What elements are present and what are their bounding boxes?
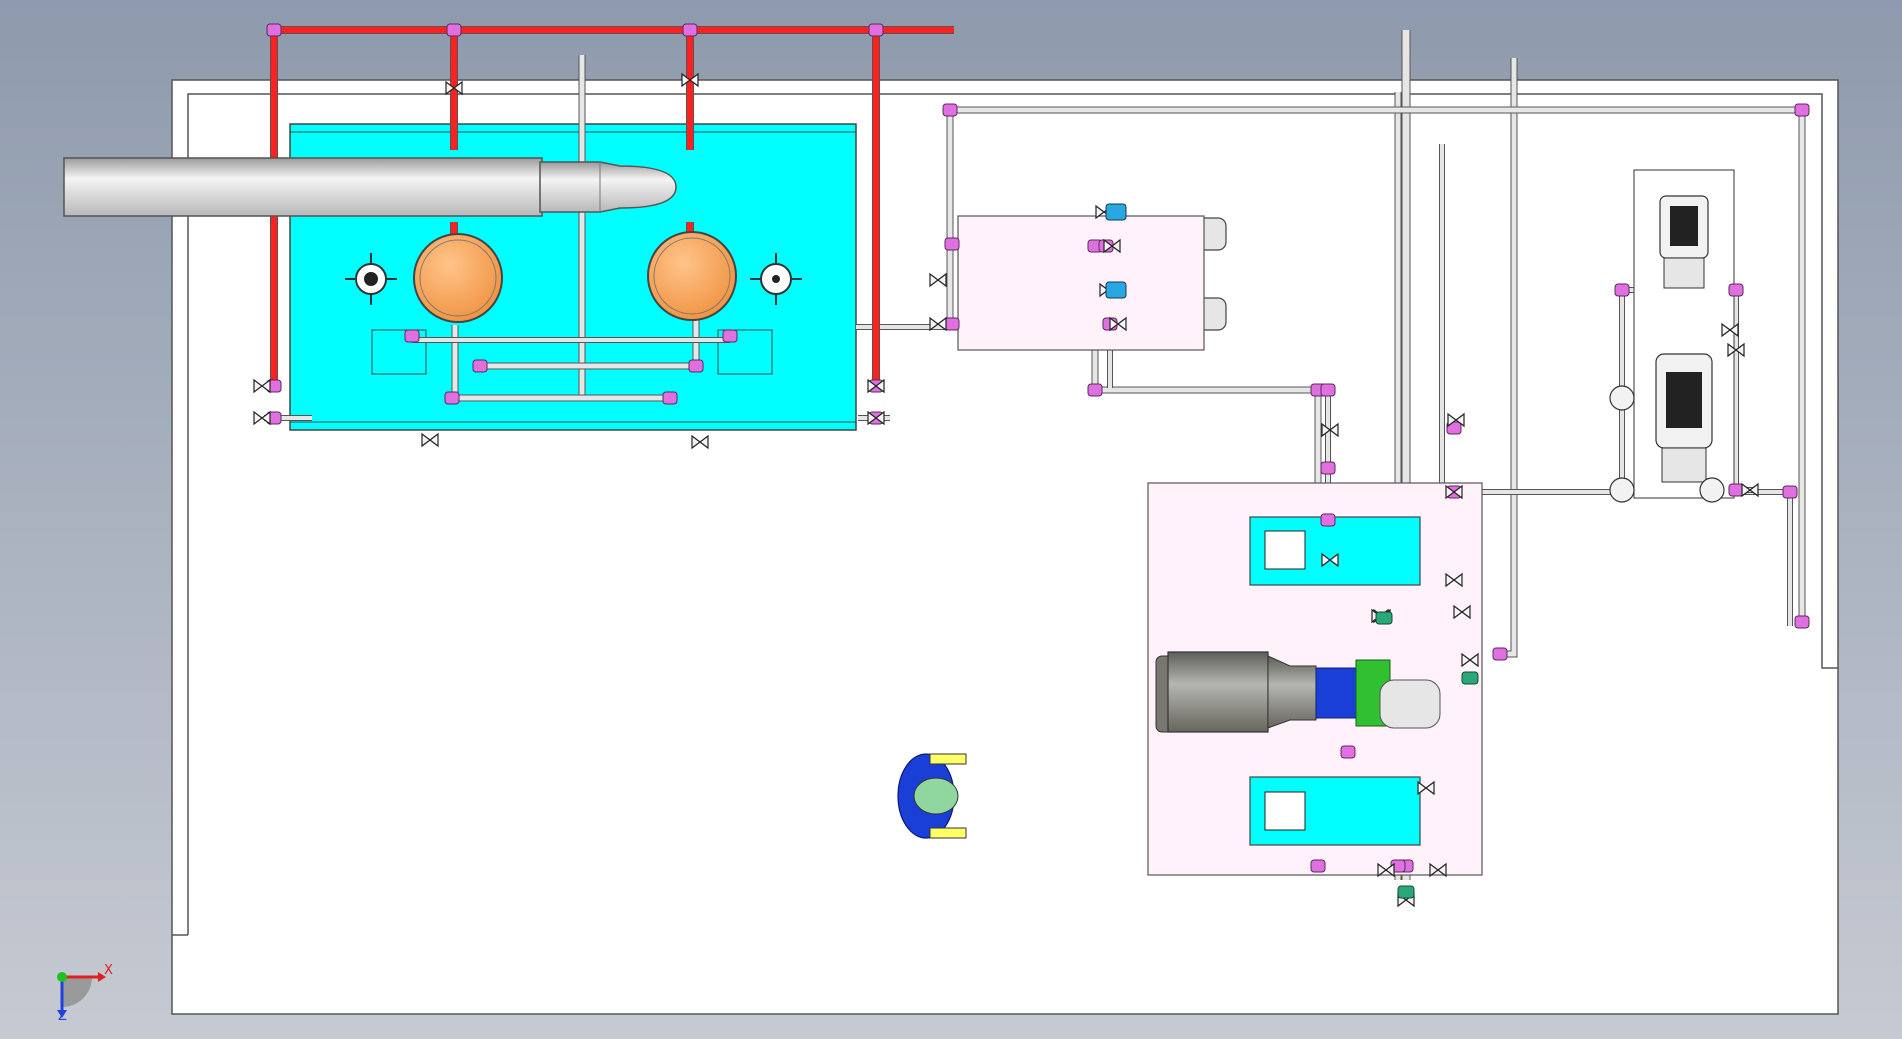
instrument-fitting[interactable] <box>1461 671 1479 685</box>
pipe-fitting[interactable] <box>472 359 488 373</box>
vertical-pump-lower[interactable] <box>1655 353 1713 483</box>
triad-y-axis <box>57 972 67 982</box>
pump-flange[interactable] <box>1699 477 1725 503</box>
pipe-fitting[interactable] <box>1794 103 1810 117</box>
instrument-fitting[interactable] <box>1375 611 1393 625</box>
pipe-fitting[interactable] <box>1782 485 1798 499</box>
pipe-fitting[interactable] <box>1320 513 1336 527</box>
pipe-fitting[interactable] <box>682 23 698 37</box>
pipe-fitting[interactable] <box>446 23 462 37</box>
pipe-fitting[interactable] <box>1614 283 1630 297</box>
pressure-vessel-right[interactable] <box>647 231 737 321</box>
pipe-fitting[interactable] <box>1087 383 1103 397</box>
pipe-fitting[interactable] <box>944 317 960 331</box>
human-head <box>913 777 959 815</box>
pipe-fitting[interactable] <box>1728 283 1744 297</box>
pump-discharge <box>1379 679 1441 729</box>
pump-flange[interactable] <box>1609 385 1635 411</box>
pipe-fitting[interactable] <box>1340 745 1356 759</box>
vent-grille-icon <box>1264 530 1306 570</box>
duct-elbow <box>539 161 677 213</box>
pipe-fitting[interactable] <box>944 237 960 251</box>
pump-flange[interactable] <box>1609 477 1635 503</box>
pressure-vessel-icon[interactable] <box>413 233 503 323</box>
pump-volute-blue <box>1315 667 1359 719</box>
motor-fins <box>1666 372 1702 428</box>
horizontal-pump-icon[interactable] <box>1167 651 1269 733</box>
exhaust-duct[interactable] <box>63 157 677 217</box>
instrument-icon[interactable] <box>1105 203 1127 221</box>
motor-fins <box>1670 206 1698 246</box>
pipe-fitting[interactable] <box>942 103 958 117</box>
pipe-fitting[interactable] <box>1728 483 1744 497</box>
pipe-fitting[interactable] <box>266 23 282 37</box>
vertical-pump-upper[interactable] <box>1659 195 1709 289</box>
human-arm-top <box>929 753 967 765</box>
pipe-fitting[interactable] <box>1310 859 1326 873</box>
cyan-unit-upper[interactable] <box>1249 516 1421 586</box>
sight-glass-core <box>772 275 780 283</box>
pump-skid-top[interactable] <box>957 215 1205 351</box>
pipe-fitting[interactable] <box>662 391 678 405</box>
sight-glass-core <box>364 272 378 286</box>
pipe-fitting[interactable] <box>404 329 420 343</box>
motor-taper <box>1267 655 1317 729</box>
pipe-fitting[interactable] <box>1492 647 1508 661</box>
pipe-fitting[interactable] <box>1794 615 1810 629</box>
pipe-fitting[interactable] <box>868 23 884 37</box>
duct-icon[interactable] <box>63 157 543 217</box>
pressure-vessel-icon[interactable] <box>647 231 737 321</box>
pipe-fitting[interactable] <box>444 391 460 405</box>
pipe-fitting[interactable] <box>1320 461 1336 475</box>
pressure-vessel-left[interactable] <box>413 233 503 323</box>
skid-base[interactable] <box>957 215 1205 351</box>
cad-viewport[interactable]: X Z <box>0 0 1902 1039</box>
pump-skid-center[interactable] <box>1147 482 1483 876</box>
pump-base <box>1663 257 1705 289</box>
pipe-fitting[interactable] <box>688 359 704 373</box>
human-arm-bottom <box>929 827 967 839</box>
vertical-pump-station[interactable] <box>1633 169 1735 499</box>
pump-base <box>1661 447 1707 483</box>
triad-z-label: Z <box>58 1009 67 1024</box>
instrument-icon[interactable] <box>1105 281 1127 299</box>
instrument-fitting[interactable] <box>1397 885 1415 899</box>
pipe-fitting[interactable] <box>1320 383 1336 397</box>
vent-grille-icon <box>1264 791 1306 831</box>
cyan-unit-lower[interactable] <box>1249 776 1421 846</box>
pipe-fitting[interactable] <box>722 329 738 343</box>
triad-x-label: X <box>104 963 113 978</box>
